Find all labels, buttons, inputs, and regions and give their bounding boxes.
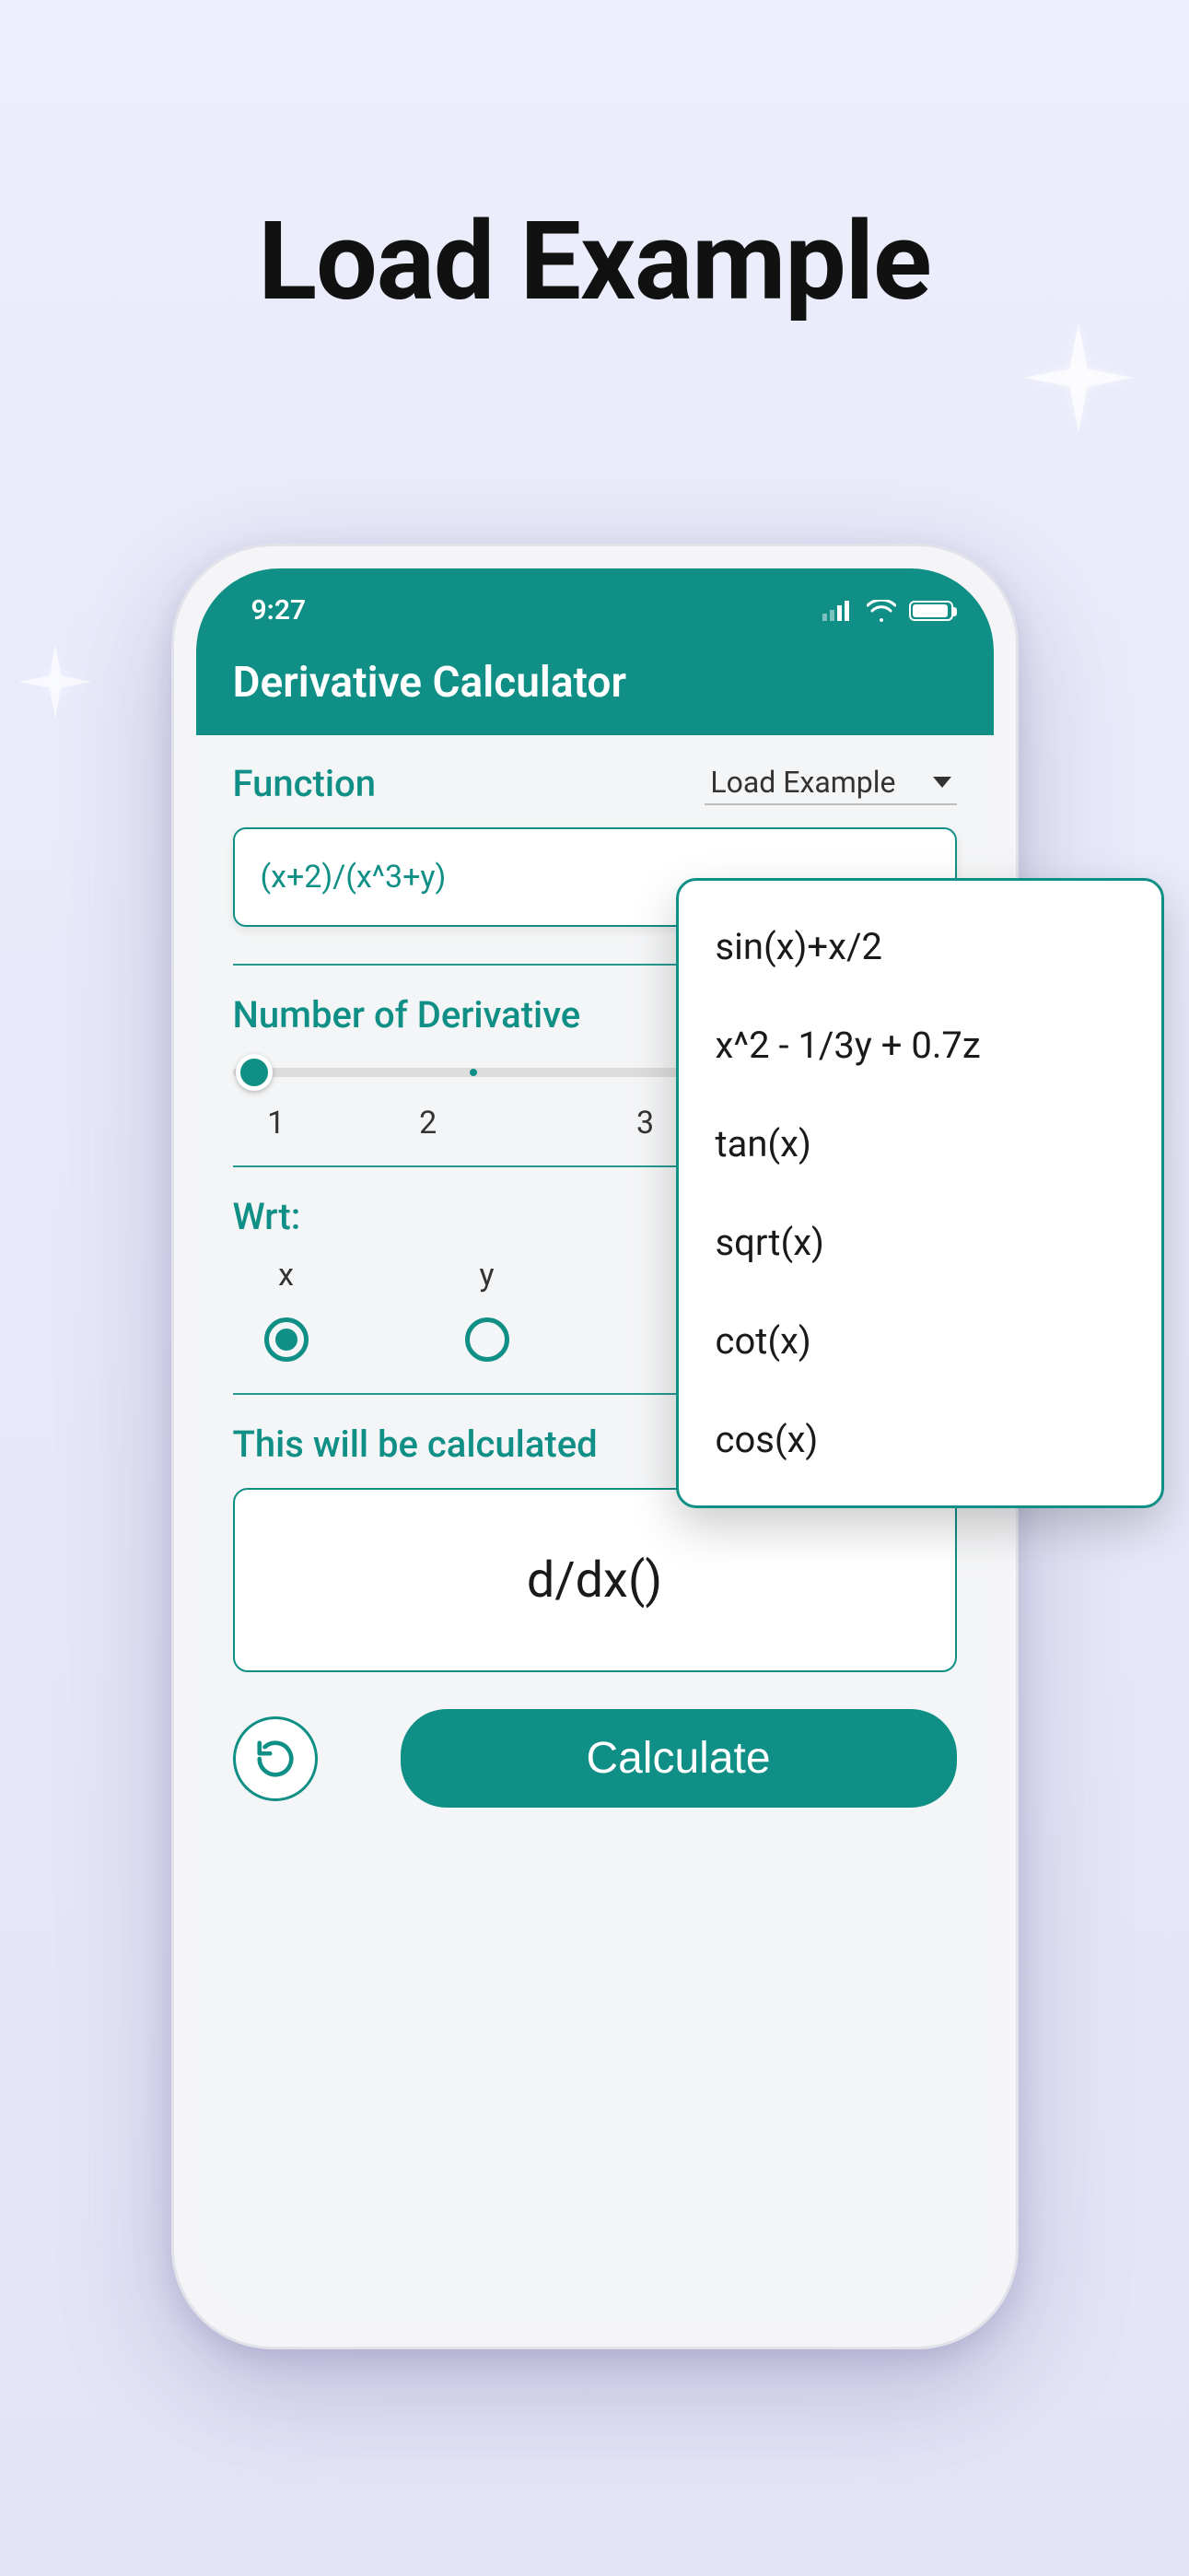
calc-preview-value: d/dx() [527, 1551, 662, 1610]
status-time: 9:27 [251, 594, 307, 626]
example-option[interactable]: sqrt(x) [679, 1193, 1161, 1292]
phone-frame: 9:27 Derivative Calcula [171, 544, 1019, 2349]
function-label: Function [233, 762, 376, 805]
wifi-icon [867, 600, 896, 622]
app-title: Derivative Calculator [196, 650, 994, 735]
app-header: 9:27 Derivative Calcula [196, 568, 994, 735]
status-indicators [822, 600, 953, 622]
slider-thumb[interactable] [236, 1054, 273, 1091]
example-option[interactable]: x^2 - 1/3y + 0.7z [679, 996, 1161, 1095]
sparkle-decoration [1023, 322, 1134, 433]
page-title: Load Example [0, 198, 1189, 325]
chevron-down-icon [933, 777, 951, 788]
wrt-option-x-label: x [278, 1257, 294, 1294]
calc-preview-box: d/dx() [233, 1488, 957, 1672]
example-option[interactable]: cos(x) [679, 1390, 1161, 1489]
example-option[interactable]: sin(x)+x/2 [679, 897, 1161, 996]
load-example-menu: sin(x)+x/2 x^2 - 1/3y + 0.7z tan(x) sqrt… [676, 878, 1164, 1508]
reset-icon [254, 1738, 297, 1780]
cellular-icon [822, 601, 854, 621]
status-bar: 9:27 [196, 585, 994, 650]
battery-icon [909, 601, 953, 621]
example-option[interactable]: tan(x) [679, 1095, 1161, 1193]
dropdown-label: Load Example [710, 765, 895, 800]
calculate-button[interactable]: Calculate [401, 1709, 957, 1808]
wrt-option-y[interactable] [465, 1317, 509, 1362]
wrt-option-x[interactable] [264, 1317, 309, 1362]
sparkle-decoration [18, 645, 92, 719]
example-option[interactable]: cot(x) [679, 1292, 1161, 1390]
reset-button[interactable] [233, 1716, 318, 1801]
load-example-dropdown[interactable]: Load Example [705, 761, 956, 805]
wrt-option-y-label: y [479, 1257, 494, 1294]
